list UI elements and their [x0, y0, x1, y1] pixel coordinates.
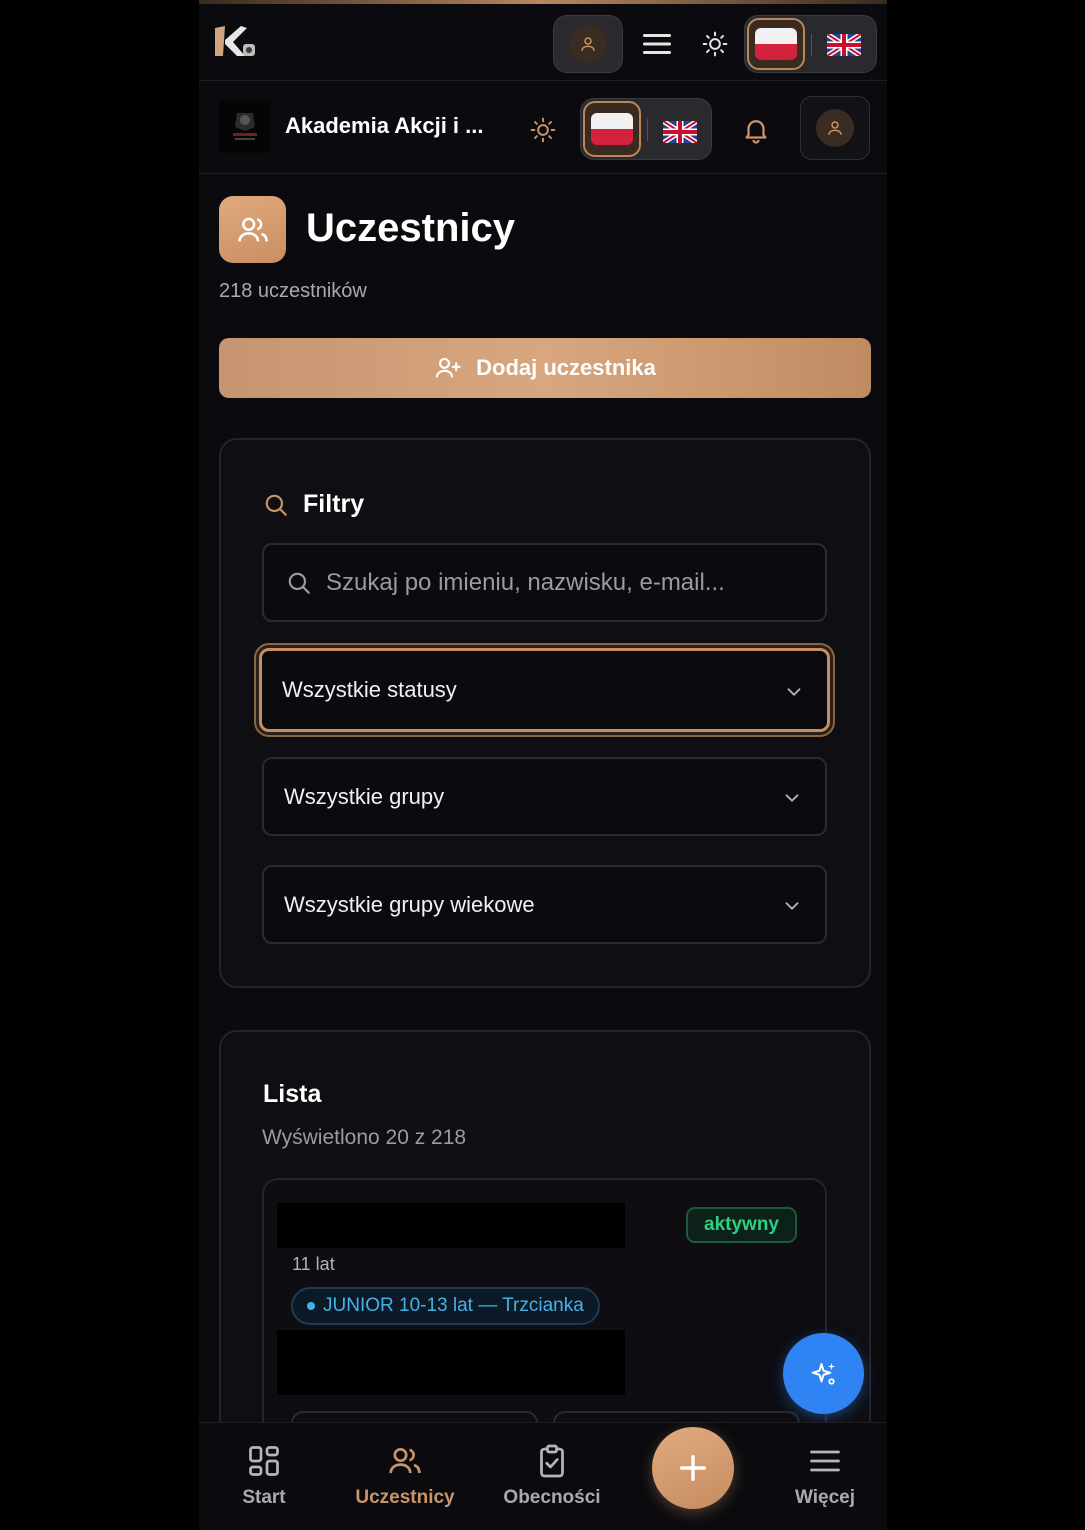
user-avatar	[569, 25, 607, 63]
top-bar	[199, 4, 887, 78]
app-frame: Akademia Akcji i ... Uczestnicy 218 ucze…	[199, 0, 887, 1530]
club-header: Akademia Akcji i ...	[199, 80, 887, 174]
uk-flag-icon[interactable]	[663, 121, 697, 143]
group-select[interactable]: Wszystkie grupy	[262, 757, 827, 836]
chevron-down-icon	[785, 902, 799, 910]
plus-icon	[679, 1454, 707, 1482]
grid-icon	[249, 1446, 279, 1476]
user-icon	[828, 121, 842, 135]
theme-toggle-button[interactable]	[697, 26, 733, 62]
filters-title: Filtry	[303, 490, 365, 518]
nav-attendance[interactable]: Obecności	[492, 1443, 612, 1509]
poland-flag-icon	[591, 113, 633, 145]
group-select-value: Wszystkie grupy	[284, 783, 445, 809]
search-input[interactable]	[326, 568, 786, 597]
status-select[interactable]: Wszystkie statusy	[259, 648, 830, 732]
profile-button[interactable]	[800, 96, 870, 160]
participants-count: 218 uczestników	[219, 280, 367, 302]
club-crest-icon	[233, 113, 257, 140]
divider	[811, 34, 812, 56]
nav-participants-label: Uczestnicy	[355, 1487, 455, 1508]
list-title: Lista	[263, 1080, 322, 1108]
search-icon	[265, 494, 287, 516]
search-field[interactable]	[262, 543, 827, 622]
status-select-value: Wszystkie statusy	[282, 677, 457, 702]
language-pl-button[interactable]	[583, 101, 641, 157]
list-count: Wyświetlono 20 z 218	[262, 1126, 467, 1149]
group-label: JUNIOR 10-13 lat — Trzcianka	[323, 1295, 584, 1316]
group-dot	[307, 1302, 315, 1310]
nav-start[interactable]: Start	[204, 1443, 324, 1509]
add-participant-label: Dodaj uczestnika	[476, 355, 656, 380]
quick-add-button[interactable]	[652, 1427, 734, 1509]
menu-icon	[643, 34, 671, 54]
uk-flag-icon[interactable]	[827, 34, 861, 56]
divider	[647, 119, 648, 141]
clipboard-check-icon	[540, 1444, 564, 1478]
redacted-contact	[277, 1330, 625, 1395]
age-group-select[interactable]: Wszystkie grupy wiekowe	[262, 865, 827, 944]
user-avatar	[816, 109, 854, 147]
ai-assistant-button[interactable]	[783, 1333, 864, 1414]
page-title: Uczestnicy	[306, 206, 515, 250]
users-icon	[237, 217, 268, 241]
theme-toggle-button-secondary[interactable]	[527, 114, 559, 146]
chevron-down-icon	[787, 688, 801, 696]
user-menu-button[interactable]	[553, 15, 623, 73]
participant-age: 11 lat	[292, 1254, 335, 1274]
page-icon	[219, 196, 286, 263]
bell-icon	[745, 120, 767, 144]
hamburger-menu-button[interactable]	[637, 26, 677, 62]
nav-participants[interactable]: Uczestnicy	[345, 1443, 465, 1509]
language-switcher-secondary	[580, 98, 712, 160]
search-icon	[288, 572, 310, 594]
sparkles-icon	[811, 1362, 835, 1385]
club-name[interactable]: Akademia Akcji i ...	[285, 113, 484, 139]
users-icon	[389, 1447, 421, 1474]
app-logo[interactable]	[211, 22, 259, 62]
menu-icon	[810, 1450, 840, 1472]
language-pl-button[interactable]	[747, 18, 805, 70]
language-switcher	[744, 15, 877, 73]
sun-icon	[702, 31, 728, 57]
nav-more[interactable]: Więcej	[765, 1443, 885, 1509]
bottom-navigation: Start Uczestnicy Obecności Więcej	[199, 1422, 887, 1530]
nav-attendance-label: Obecności	[503, 1487, 601, 1508]
notifications-button[interactable]	[735, 109, 777, 151]
add-participant-button[interactable]: Dodaj uczestnika	[219, 338, 871, 398]
club-logo[interactable]	[219, 101, 271, 153]
status-badge: aktywny	[686, 1207, 797, 1243]
participant-card[interactable]: aktywny 11 lat JUNIOR 10-13 lat — Trzcia…	[262, 1178, 827, 1458]
poland-flag-icon	[755, 28, 797, 60]
chevron-down-icon	[785, 794, 799, 802]
sun-icon	[530, 117, 556, 143]
redacted-name	[277, 1203, 625, 1248]
nav-more-label: Więcej	[794, 1487, 856, 1508]
group-badge: JUNIOR 10-13 lat — Trzcianka	[291, 1287, 600, 1325]
user-plus-icon	[436, 357, 461, 378]
age-group-select-value: Wszystkie grupy wiekowe	[284, 891, 535, 917]
user-icon	[581, 37, 595, 51]
nav-start-label: Start	[242, 1487, 286, 1508]
